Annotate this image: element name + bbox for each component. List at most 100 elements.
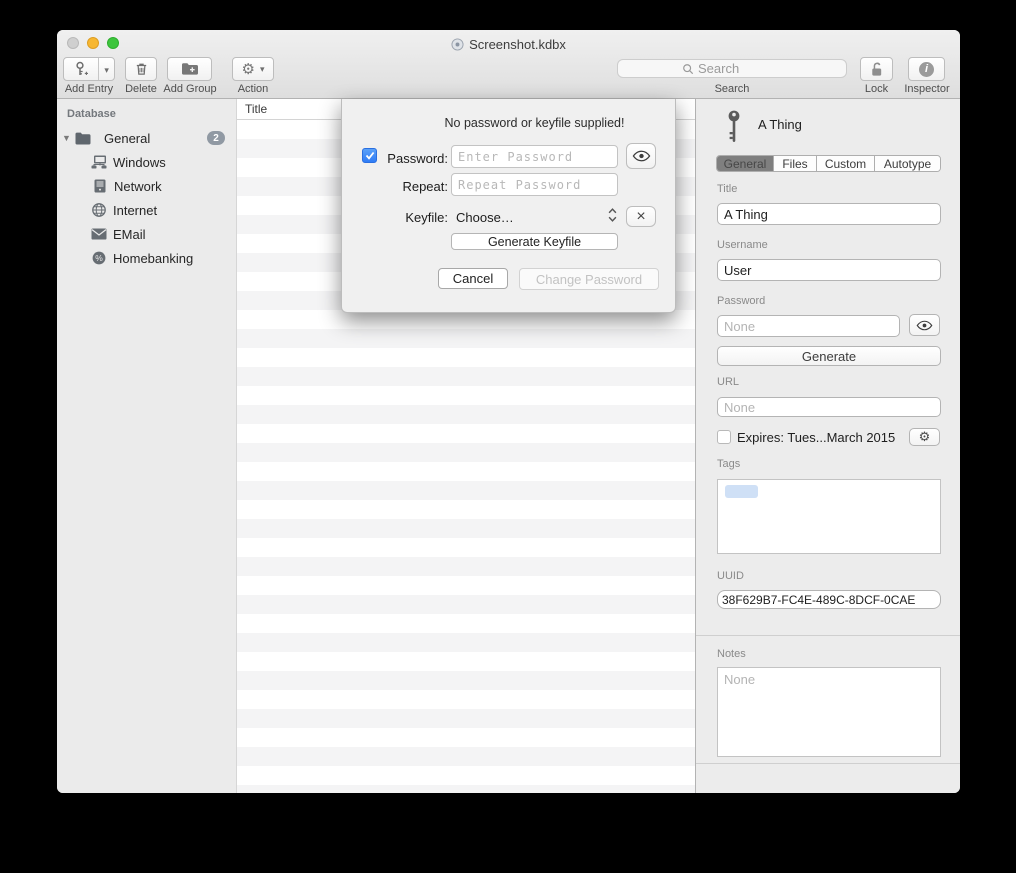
tag-pill[interactable]	[725, 485, 758, 498]
username-input[interactable]	[717, 259, 941, 281]
change-password-button[interactable]: Change Password	[519, 268, 659, 290]
stepper-icon[interactable]	[608, 207, 617, 223]
sidebar-item-label: Internet	[113, 203, 157, 218]
percent-icon: %	[90, 250, 107, 266]
window-title: Screenshot.kdbx	[469, 37, 566, 52]
sidebar-item-network[interactable]: Network	[57, 174, 236, 198]
change-password-sheet: No password or keyfile supplied! Passwor…	[341, 99, 676, 313]
tab-custom[interactable]: Custom	[817, 156, 875, 171]
delete-label: Delete	[123, 83, 159, 95]
dialog-password-label: Password:	[378, 151, 448, 166]
dialog-repeat-input[interactable]	[451, 173, 618, 196]
document-icon	[451, 38, 464, 51]
entry-count-badge: 2	[207, 131, 225, 145]
add-entry-dropdown[interactable]: ▾	[99, 60, 114, 78]
inspector-panel: A Thing General Files Custom Autotype Ti…	[695, 99, 960, 793]
dialog-repeat-label: Repeat:	[378, 179, 448, 194]
sidebar-item-label: General	[104, 131, 150, 146]
sidebar-header: Database	[67, 108, 116, 120]
password-checkbox[interactable]	[362, 148, 377, 163]
generate-keyfile-button[interactable]: Generate Keyfile	[451, 233, 618, 250]
uuid-field-label: UUID	[717, 570, 744, 582]
window-chrome: Screenshot.kdbx ▾ Add Entry	[57, 30, 960, 99]
username-field-label: Username	[717, 239, 768, 251]
tags-box[interactable]	[717, 479, 941, 554]
cancel-button[interactable]: Cancel	[438, 268, 508, 289]
panel-divider	[696, 635, 960, 636]
dialog-password-input[interactable]	[451, 145, 618, 168]
sidebar-item-email[interactable]: EMail	[57, 222, 236, 246]
notes-input[interactable]	[718, 668, 940, 756]
notes-field-label: Notes	[717, 648, 746, 660]
title-input[interactable]	[717, 203, 941, 225]
sidebar-item-label: EMail	[113, 227, 146, 242]
inspector-tabs: General Files Custom Autotype	[716, 155, 941, 172]
uuid-input[interactable]	[717, 590, 941, 609]
folder-plus-icon	[181, 62, 199, 76]
keyfile-popup[interactable]: Choose…	[456, 210, 514, 225]
add-entry-button[interactable]: ▾	[63, 57, 115, 81]
key-plus-icon	[64, 61, 98, 77]
svg-text:%: %	[95, 253, 103, 263]
tab-files[interactable]: Files	[774, 156, 817, 171]
search-label: Search	[617, 83, 847, 95]
sidebar-item-windows[interactable]: Windows	[57, 150, 236, 174]
add-entry-label: Add Entry	[57, 83, 123, 95]
show-password-button[interactable]	[909, 314, 940, 336]
checkmark-icon	[365, 151, 375, 160]
password-field-label: Password	[717, 295, 765, 307]
sidebar-item-homebanking[interactable]: % Homebanking	[57, 246, 236, 270]
app-window: Screenshot.kdbx ▾ Add Entry	[57, 30, 960, 793]
delete-button[interactable]	[125, 57, 157, 81]
envelope-icon	[90, 226, 107, 242]
inspector-label: Inspector	[897, 83, 957, 95]
search-input[interactable]	[698, 61, 818, 76]
add-group-label: Add Group	[159, 83, 221, 95]
add-group-button[interactable]	[167, 57, 212, 81]
tags-field-label: Tags	[717, 458, 740, 470]
panel-footer-divider	[696, 763, 960, 764]
url-input[interactable]	[717, 397, 941, 417]
gear-icon: ⚙	[919, 431, 931, 444]
sidebar: Database ▼ General 2	[57, 99, 236, 793]
sidebar-item-label: Windows	[113, 155, 166, 170]
chevron-down-icon: ▾	[104, 65, 109, 75]
dialog-message: No password or keyfile supplied!	[342, 116, 675, 130]
lock-button[interactable]	[860, 57, 893, 81]
action-button[interactable]: ⚙ ▾	[232, 57, 274, 81]
generate-password-button[interactable]: Generate	[717, 346, 941, 366]
eye-icon	[632, 150, 651, 162]
eye-icon	[916, 320, 933, 331]
dialog-show-password-button[interactable]	[626, 143, 656, 169]
tab-general[interactable]: General	[717, 156, 774, 171]
sidebar-item-label: Network	[114, 179, 162, 194]
disclosure-triangle-icon[interactable]: ▼	[62, 133, 71, 143]
url-field-label: URL	[717, 376, 739, 388]
lock-label: Lock	[857, 83, 896, 95]
sidebar-item-internet[interactable]: Internet	[57, 198, 236, 222]
sidebar-item-label: Homebanking	[113, 251, 193, 266]
expires-settings-button[interactable]: ⚙	[909, 428, 940, 446]
sidebar-item-general[interactable]: ▼ General 2	[57, 126, 236, 150]
globe-icon	[90, 202, 107, 218]
folder-icon	[74, 130, 91, 146]
info-icon: i	[919, 62, 934, 77]
password-input[interactable]	[717, 315, 900, 337]
gear-icon: ⚙	[242, 62, 255, 77]
title-field-label: Title	[717, 183, 737, 195]
inspector-button[interactable]: i	[908, 57, 945, 81]
expires-checkbox[interactable]	[717, 430, 731, 444]
dialog-keyfile-label: Keyfile:	[378, 210, 448, 225]
notes-box	[717, 667, 941, 757]
entry-title: A Thing	[758, 117, 802, 132]
tab-autotype[interactable]: Autotype	[875, 156, 940, 171]
unlock-icon	[869, 61, 884, 77]
close-x-icon: ×	[636, 209, 645, 225]
search-icon	[682, 63, 694, 75]
clear-keyfile-button[interactable]: ×	[626, 206, 656, 227]
search-field[interactable]	[617, 59, 847, 78]
chevron-down-icon: ▾	[260, 65, 265, 74]
column-header-title[interactable]: Title	[245, 102, 267, 116]
trash-icon	[134, 61, 149, 77]
action-label: Action	[232, 83, 274, 95]
